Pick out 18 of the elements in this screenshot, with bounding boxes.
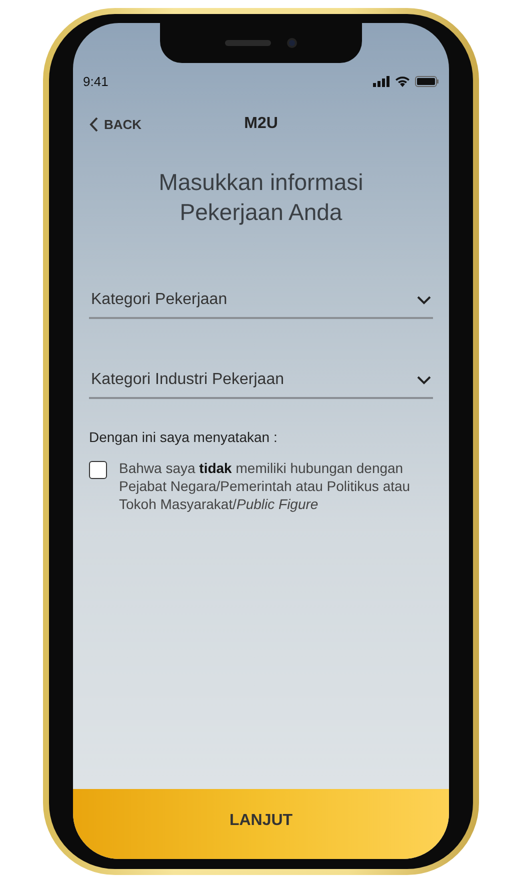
signal-icon [373,76,390,86]
checkbox[interactable] [89,461,107,479]
declaration-text: Bahwa saya tidak memiliki hubungan dengan Pejabat Negara/Pemerintah atau Politikus atau Tokoh Masyarakat/Public Figure [119,459,412,513]
heading: Masukkan informasi Pekerjaan Anda [158,168,364,227]
battery-icon [415,76,439,86]
continue-button[interactable]: LANJUT [73,789,449,859]
camera-icon [287,38,297,48]
chevron-down-icon [417,296,431,304]
speaker-icon [225,40,271,46]
dropdown-field[interactable]: Kategori Industri Pekerjaan [89,367,433,399]
back-icon [89,116,98,132]
declaration-label: Dengan ini saya menyatakan : [89,429,278,445]
dropdown-field[interactable]: Kategori Pekerjaan [89,287,433,319]
page-title: M2U [244,115,278,133]
back-button[interactable]: BACK [89,116,142,132]
status-time: 9:41 [83,74,108,88]
chevron-down-icon [417,376,431,384]
wifi-icon [395,76,410,86]
